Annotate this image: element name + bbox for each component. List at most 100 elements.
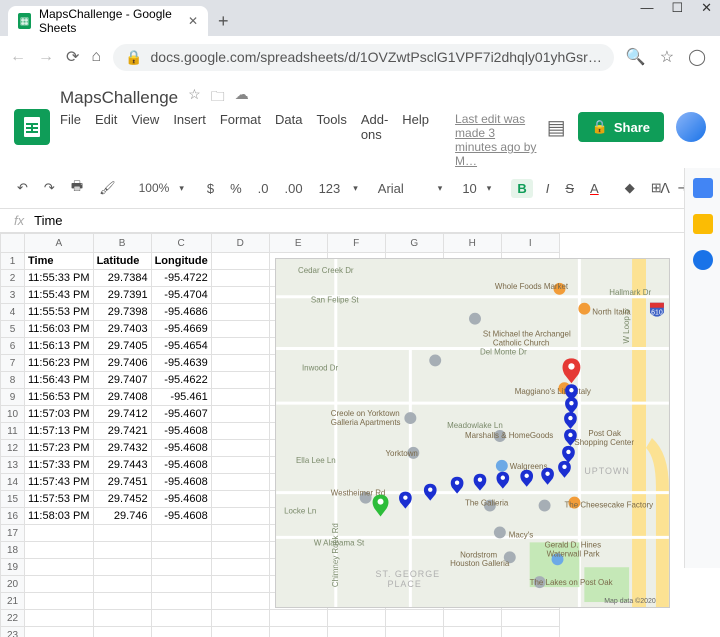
cell-C17[interactable] xyxy=(151,525,211,542)
row-header-4[interactable]: 4 xyxy=(1,304,25,321)
forward-button[interactable]: → xyxy=(38,48,54,66)
cell-B22[interactable] xyxy=(93,610,151,627)
search-icon[interactable]: 🔍 xyxy=(626,47,646,67)
cell-A7[interactable]: 11:56:23 PM xyxy=(25,355,94,372)
font-select[interactable]: Arial xyxy=(378,181,428,196)
maximize-button[interactable]: ☐ xyxy=(671,0,683,16)
cell-D18[interactable] xyxy=(211,542,269,559)
cell-C16[interactable]: -95.4608 xyxy=(151,508,211,525)
cell-B2[interactable]: 29.7384 xyxy=(93,270,151,287)
bookmark-star-icon[interactable]: ☆ xyxy=(660,47,674,67)
cell-F22[interactable] xyxy=(327,610,385,627)
cell-D10[interactable] xyxy=(211,406,269,423)
row-header-20[interactable]: 20 xyxy=(1,576,25,593)
dec-decrease-button[interactable]: .0 xyxy=(255,178,272,199)
cell-D9[interactable] xyxy=(211,389,269,406)
tab-close-icon[interactable]: ✕ xyxy=(188,14,198,28)
cell-B21[interactable] xyxy=(93,593,151,610)
strike-button[interactable]: S xyxy=(562,178,577,199)
cell-C1[interactable]: Longitude xyxy=(151,253,211,270)
row-header-13[interactable]: 13 xyxy=(1,457,25,474)
cell-I23[interactable] xyxy=(501,627,559,637)
cell-A5[interactable]: 11:56:03 PM xyxy=(25,321,94,338)
cell-D15[interactable] xyxy=(211,491,269,508)
cell-C12[interactable]: -95.4608 xyxy=(151,440,211,457)
cell-B18[interactable] xyxy=(93,542,151,559)
menu-edit[interactable]: Edit xyxy=(95,112,117,168)
cell-A23[interactable] xyxy=(25,627,94,637)
doc-title[interactable]: MapsChallenge xyxy=(60,88,178,108)
cell-B5[interactable]: 29.7403 xyxy=(93,321,151,338)
col-header-B[interactable]: B xyxy=(93,234,151,253)
cell-D19[interactable] xyxy=(211,559,269,576)
row-header-7[interactable]: 7 xyxy=(1,355,25,372)
cell-E22[interactable] xyxy=(269,610,327,627)
paint-format-icon[interactable]: 🖌 xyxy=(96,177,119,199)
percent-button[interactable]: % xyxy=(227,178,245,199)
row-header-21[interactable]: 21 xyxy=(1,593,25,610)
cell-B3[interactable]: 29.7391 xyxy=(93,287,151,304)
keep-icon[interactable] xyxy=(693,214,713,234)
cell-A2[interactable]: 11:55:33 PM xyxy=(25,270,94,287)
cell-D22[interactable] xyxy=(211,610,269,627)
cell-C3[interactable]: -95.4704 xyxy=(151,287,211,304)
cell-C8[interactable]: -95.4622 xyxy=(151,372,211,389)
col-header-D[interactable]: D xyxy=(211,234,269,253)
cell-A17[interactable] xyxy=(25,525,94,542)
col-header-C[interactable]: C xyxy=(151,234,211,253)
calendar-icon[interactable] xyxy=(693,178,713,198)
cell-D17[interactable] xyxy=(211,525,269,542)
cell-C20[interactable] xyxy=(151,576,211,593)
cell-D5[interactable] xyxy=(211,321,269,338)
cell-G22[interactable] xyxy=(385,610,443,627)
cell-B1[interactable]: Latitude xyxy=(93,253,151,270)
cell-H23[interactable] xyxy=(443,627,501,637)
italic-button[interactable]: I xyxy=(543,178,553,199)
cell-A21[interactable] xyxy=(25,593,94,610)
menu-tools[interactable]: Tools xyxy=(316,112,346,168)
cell-B11[interactable]: 29.7421 xyxy=(93,423,151,440)
row-header-5[interactable]: 5 xyxy=(1,321,25,338)
cell-B13[interactable]: 29.7443 xyxy=(93,457,151,474)
row-header-1[interactable]: 1 xyxy=(1,253,25,270)
menu-help[interactable]: Help xyxy=(402,112,429,168)
browser-tab[interactable]: ▦ MapsChallenge - Google Sheets ✕ xyxy=(8,6,208,36)
row-header-22[interactable]: 22 xyxy=(1,610,25,627)
cell-A20[interactable] xyxy=(25,576,94,593)
cell-A1[interactable]: Time xyxy=(25,253,94,270)
user-avatar[interactable] xyxy=(676,112,706,142)
menu-data[interactable]: Data xyxy=(275,112,302,168)
cell-B9[interactable]: 29.7408 xyxy=(93,389,151,406)
cell-H22[interactable] xyxy=(443,610,501,627)
cell-A22[interactable] xyxy=(25,610,94,627)
number-format-button[interactable]: 123 xyxy=(316,178,344,199)
cell-C13[interactable]: -95.4608 xyxy=(151,457,211,474)
cell-C21[interactable] xyxy=(151,593,211,610)
cell-A16[interactable]: 11:58:03 PM xyxy=(25,508,94,525)
cell-D3[interactable] xyxy=(211,287,269,304)
cell-A14[interactable]: 11:57:43 PM xyxy=(25,474,94,491)
menu-file[interactable]: File xyxy=(60,112,81,168)
row-header-3[interactable]: 3 xyxy=(1,287,25,304)
cloud-icon[interactable]: ☁ xyxy=(235,86,249,110)
cell-D21[interactable] xyxy=(211,593,269,610)
row-header-23[interactable]: 23 xyxy=(1,627,25,637)
bold-button[interactable]: B xyxy=(511,179,532,198)
cell-B19[interactable] xyxy=(93,559,151,576)
cell-C10[interactable]: -95.4607 xyxy=(151,406,211,423)
font-size-select[interactable]: 10 xyxy=(462,181,476,196)
cell-A13[interactable]: 11:57:33 PM xyxy=(25,457,94,474)
cell-B12[interactable]: 29.7432 xyxy=(93,440,151,457)
reload-button[interactable]: ⟳ xyxy=(66,47,79,67)
minimize-button[interactable]: — xyxy=(640,0,653,16)
collapse-toolbar-icon[interactable]: ᐱ xyxy=(660,180,670,197)
row-header-11[interactable]: 11 xyxy=(1,423,25,440)
cell-D1[interactable] xyxy=(211,253,269,270)
cell-I22[interactable] xyxy=(501,610,559,627)
cell-B4[interactable]: 29.7398 xyxy=(93,304,151,321)
col-header-F[interactable]: F xyxy=(327,234,385,253)
cell-B23[interactable] xyxy=(93,627,151,637)
cell-C14[interactable]: -95.4608 xyxy=(151,474,211,491)
share-button[interactable]: 🔒 Share xyxy=(578,112,664,142)
home-button[interactable]: ⌂ xyxy=(91,48,101,66)
